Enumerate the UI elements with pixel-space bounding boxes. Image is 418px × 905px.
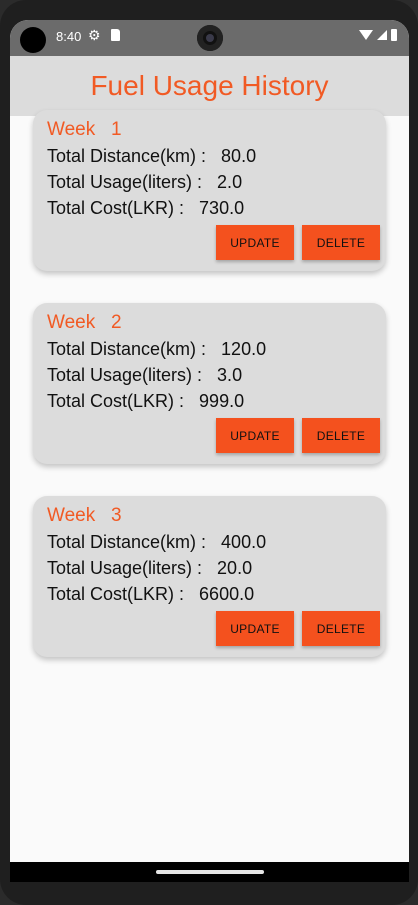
app-bar: Fuel Usage History (10, 56, 409, 116)
total-distance: Total Distance(km) : 400.0 (47, 532, 267, 552)
week-label: Week 2 (47, 312, 122, 333)
delete-button[interactable]: DELETE (302, 418, 380, 453)
screen: 8:40 ⚙ Fuel Usage History Week 1 Total D… (10, 20, 409, 882)
status-bar: 8:40 ⚙ (10, 20, 409, 56)
week-label: Week 1 (47, 119, 122, 140)
total-usage: Total Usage(liters) : 3.0 (47, 365, 243, 385)
total-usage: Total Usage(liters) : 2.0 (47, 172, 243, 192)
delete-button[interactable]: DELETE (302, 225, 380, 260)
sd-card-icon (111, 29, 120, 41)
front-sensor (20, 27, 46, 53)
delete-button[interactable]: DELETE (302, 611, 380, 646)
status-icons (359, 29, 397, 41)
total-cost: Total Cost(LKR) : 730.0 (47, 198, 245, 218)
home-gesture-handle[interactable] (156, 870, 264, 874)
device-frame: 8:40 ⚙ Fuel Usage History Week 1 Total D… (0, 0, 418, 905)
gear-icon: ⚙ (88, 27, 101, 43)
fuel-record-card: Week 1 Total Distance(km) : 80.0 Total U… (33, 110, 386, 271)
week-label: Week 3 (47, 505, 122, 526)
status-time: 8:40 (56, 29, 82, 44)
fuel-record-card: Week 2 Total Distance(km) : 120.0 Total … (33, 303, 386, 464)
update-button[interactable]: UPDATE (216, 418, 294, 453)
update-button[interactable]: UPDATE (216, 611, 294, 646)
fuel-record-card: Week 3 Total Distance(km) : 400.0 Total … (33, 496, 386, 657)
update-button[interactable]: UPDATE (216, 225, 294, 260)
total-distance: Total Distance(km) : 120.0 (47, 339, 267, 359)
total-cost: Total Cost(LKR) : 6600.0 (47, 584, 255, 604)
total-usage: Total Usage(liters) : 20.0 (47, 558, 253, 578)
signal-icon (377, 30, 387, 40)
navigation-bar (10, 862, 409, 882)
wifi-icon (359, 30, 373, 40)
page-title: Fuel Usage History (90, 70, 329, 101)
camera-cutout (197, 25, 223, 51)
battery-icon (391, 29, 397, 41)
total-cost: Total Cost(LKR) : 999.0 (47, 391, 245, 411)
total-distance: Total Distance(km) : 80.0 (47, 146, 257, 166)
